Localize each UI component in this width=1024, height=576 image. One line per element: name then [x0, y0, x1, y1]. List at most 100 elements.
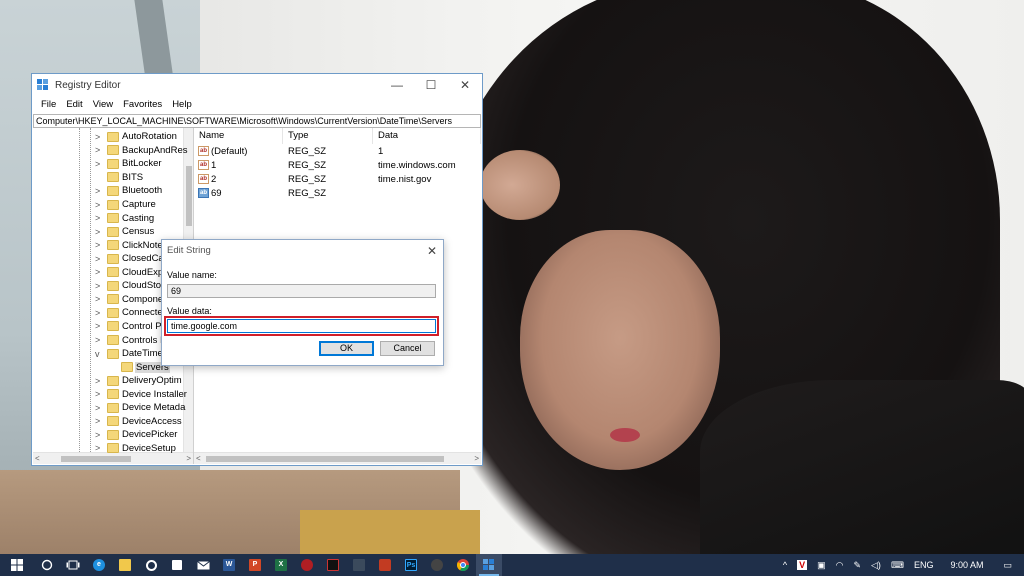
dialog-close-icon[interactable]: ✕	[421, 244, 443, 258]
menu-edit[interactable]: Edit	[61, 99, 87, 110]
store-icon[interactable]	[164, 554, 190, 576]
chevron-right-icon[interactable]: >	[95, 240, 103, 250]
chevron-right-icon[interactable]: >	[95, 308, 103, 318]
chevron-right-icon[interactable]: >	[95, 416, 103, 426]
chevron-right-icon[interactable]: >	[95, 267, 103, 277]
bg-hand	[480, 150, 560, 220]
photoshop-icon[interactable]: Ps	[398, 554, 424, 576]
menu-file[interactable]: File	[36, 99, 61, 110]
tree-item[interactable]: > DeliveryOptim	[33, 374, 183, 388]
chevron-right-icon[interactable]: >	[95, 227, 103, 237]
chrome-alt-icon[interactable]	[138, 554, 164, 576]
excel-icon[interactable]: X	[268, 554, 294, 576]
tree-item[interactable]: > DeviceAccess	[33, 415, 183, 429]
show-hidden-icons-icon[interactable]: ^	[778, 560, 792, 570]
cancel-button[interactable]: Cancel	[380, 341, 435, 356]
title-bar[interactable]: Registry Editor — ☐ ✕	[32, 74, 482, 96]
tree-item[interactable]: > Device Metada	[33, 401, 185, 415]
powerpoint-icon[interactable]: P	[242, 554, 268, 576]
tree-item[interactable]: > Device Installer	[33, 387, 187, 401]
maximize-button[interactable]: ☐	[414, 74, 448, 96]
ok-button[interactable]: OK	[319, 341, 374, 356]
keyboard-icon[interactable]: ⌨	[886, 560, 909, 571]
chevron-right-icon[interactable]: >	[95, 430, 103, 440]
edge-icon[interactable]: e	[86, 554, 112, 576]
chevron-right-icon[interactable]: >	[95, 159, 103, 169]
chevron-right-icon[interactable]: >	[95, 186, 103, 196]
registry-taskbar-icon[interactable]	[476, 554, 502, 576]
chevron-right-icon[interactable]: >	[95, 254, 103, 264]
chevron-right-icon[interactable]: >	[95, 389, 103, 399]
app-dark-icon[interactable]	[346, 554, 372, 576]
value-row[interactable]: ab 69 REG_SZ	[194, 186, 481, 200]
tree-item[interactable]: > Capture	[33, 198, 183, 212]
chevron-right-icon[interactable]: >	[95, 145, 103, 155]
tree-item[interactable]: > Casting	[33, 211, 183, 225]
chevron-right-icon[interactable]: >	[95, 321, 103, 331]
value-row[interactable]: ab 2 REG_SZ time.nist.gov	[194, 172, 481, 186]
tray-app-icon[interactable]: ▣	[812, 560, 831, 571]
chevron-right-icon[interactable]: >	[95, 213, 103, 223]
scroll-left-icon[interactable]: <	[35, 454, 40, 463]
app-eye-icon[interactable]	[424, 554, 450, 576]
chrome-icon[interactable]	[450, 554, 476, 576]
windows-start-icon[interactable]	[0, 554, 34, 576]
address-bar[interactable]: Computer\HKEY_LOCAL_MACHINE\SOFTWARE\Mic…	[33, 114, 481, 128]
minimize-button[interactable]: —	[380, 74, 414, 96]
scroll-left-icon[interactable]: <	[196, 454, 201, 463]
dialog-title-bar[interactable]: Edit String ✕	[162, 240, 443, 261]
scroll-right-icon[interactable]: >	[186, 454, 191, 463]
folder-icon	[107, 267, 119, 278]
value-type: REG_SZ	[288, 159, 327, 171]
edit-string-dialog: Edit String ✕ Value name: 69 Value data:…	[161, 239, 444, 366]
clock[interactable]: 9:00 AM	[938, 560, 995, 570]
tree-item-label: DevicePicker	[122, 429, 178, 441]
bg-lips	[610, 428, 640, 442]
tree-item[interactable]: > DevicePicker	[33, 428, 183, 442]
search-icon[interactable]	[34, 554, 60, 576]
chevron-down-icon[interactable]: v	[95, 349, 103, 359]
column-data[interactable]: Data	[373, 127, 481, 144]
app-red-icon[interactable]	[294, 554, 320, 576]
chevron-right-icon[interactable]: >	[95, 200, 103, 210]
tree-item[interactable]: > Census	[33, 225, 183, 239]
chevron-right-icon[interactable]: >	[95, 403, 103, 413]
chevron-right-icon[interactable]: >	[95, 294, 103, 304]
tree-item[interactable]: > BackupAndRes	[33, 144, 187, 158]
chevron-right-icon[interactable]: >	[95, 132, 103, 142]
antivirus-tray-icon[interactable]: V	[792, 560, 812, 570]
chevron-right-icon[interactable]: >	[95, 335, 103, 345]
menu-view[interactable]: View	[88, 99, 118, 110]
language-indicator[interactable]: ENG	[909, 560, 939, 570]
tree-item[interactable]: > AutoRotation	[33, 130, 183, 144]
menu-help[interactable]: Help	[167, 99, 197, 110]
pen-icon[interactable]: ✎	[848, 560, 866, 571]
tree-item-label: BackupAndRes	[122, 144, 188, 156]
chevron-right-icon[interactable]: >	[95, 281, 103, 291]
scroll-right-icon[interactable]: >	[474, 454, 479, 463]
word-icon[interactable]: W	[216, 554, 242, 576]
tree-item[interactable]: > DeviceSetup	[33, 442, 183, 456]
value-row[interactable]: ab (Default) REG_SZ 1	[194, 144, 481, 158]
column-type[interactable]: Type	[283, 127, 373, 144]
wifi-icon[interactable]: ◠	[831, 560, 849, 571]
task-view-icon[interactable]	[60, 554, 86, 576]
tree-item[interactable]: BITS	[33, 171, 183, 185]
value-row[interactable]: ab 1 REG_SZ time.windows.com	[194, 158, 481, 172]
column-name[interactable]: Name	[194, 127, 283, 144]
volume-icon[interactable]: ◁)	[866, 560, 886, 571]
tree-item[interactable]: > BitLocker	[33, 157, 183, 171]
file-explorer-icon[interactable]	[112, 554, 138, 576]
mail-icon[interactable]	[190, 554, 216, 576]
value-data-input[interactable]: time.google.com	[164, 316, 439, 336]
menu-favorites[interactable]: Favorites	[118, 99, 167, 110]
tree-item-label: BITS	[122, 171, 144, 183]
app-yellow-icon[interactable]	[372, 554, 398, 576]
close-button[interactable]: ✕	[448, 74, 482, 96]
chevron-right-icon[interactable]: >	[95, 376, 103, 386]
action-center-icon[interactable]: ▭	[995, 560, 1024, 571]
tree-item[interactable]: > Bluetooth	[33, 184, 183, 198]
chevron-right-icon[interactable]: >	[95, 443, 103, 453]
app-black-icon[interactable]	[320, 554, 346, 576]
list-horizontal-scrollbar[interactable]: < >	[194, 452, 481, 464]
